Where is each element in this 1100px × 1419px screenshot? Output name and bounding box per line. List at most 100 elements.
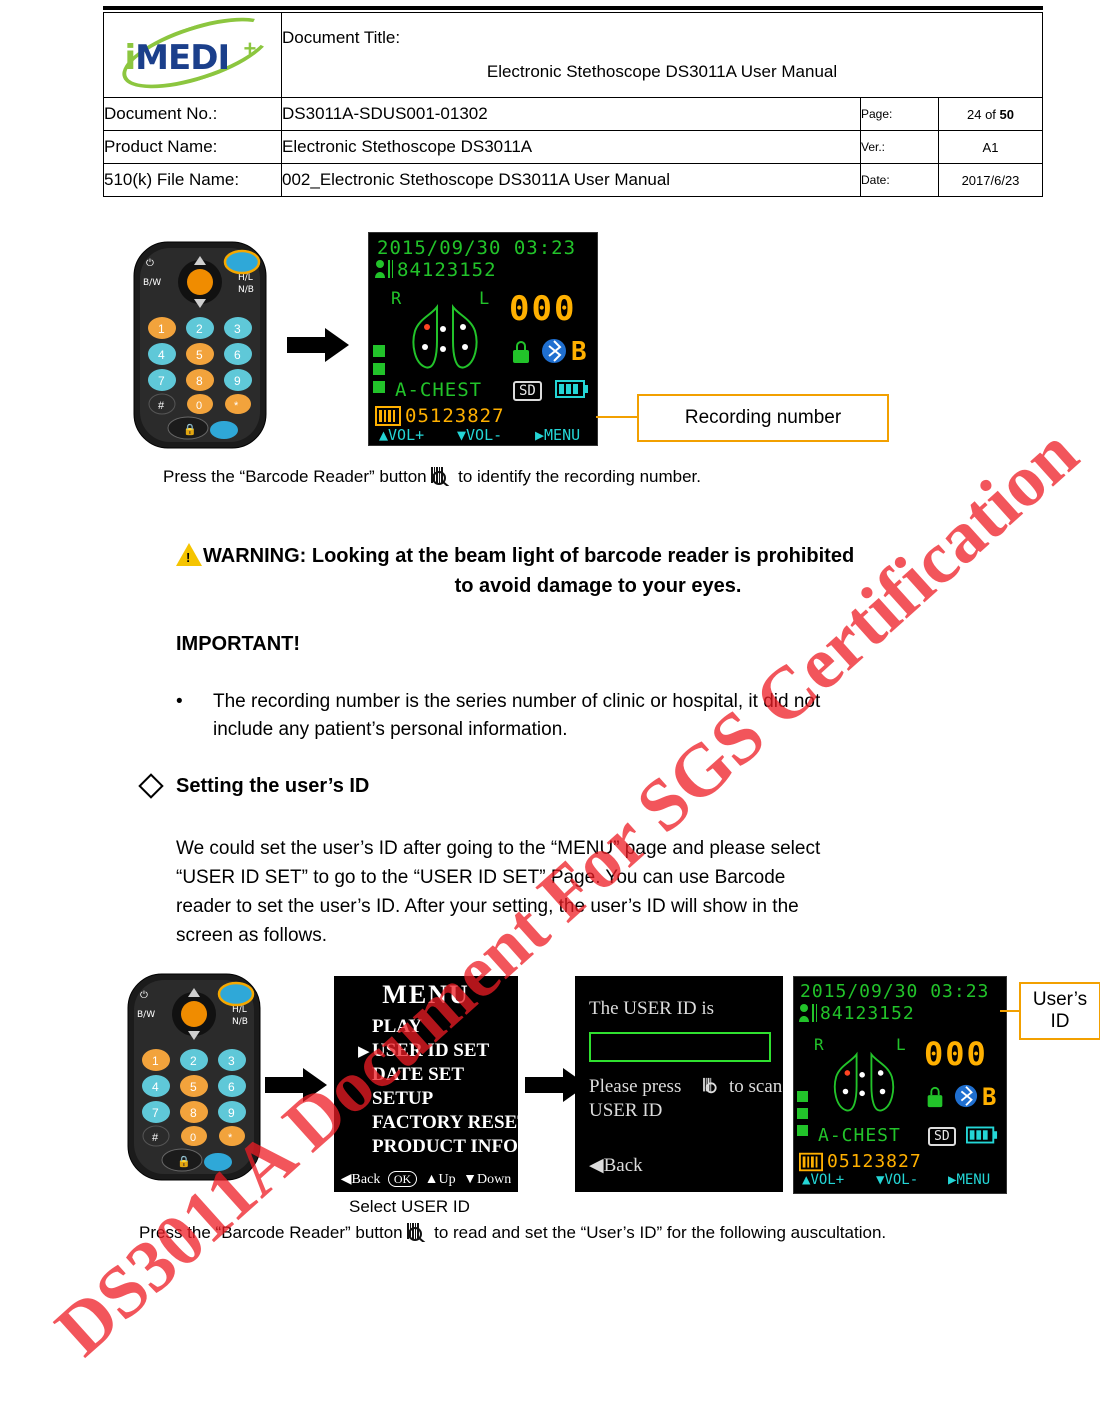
arrow-shaft [287,337,327,353]
logo-cell: iMEDI + [103,3,282,103]
arrow-head [325,328,349,362]
user-id-callout: User’s ID [1019,982,1100,1040]
lcd1-channel: A-CHEST [395,379,483,401]
lcd1-bluetooth-icon [542,339,566,363]
svg-text:2: 2 [190,1054,197,1068]
svg-text:N/B: N/B [238,285,254,295]
page-label: Page: [860,97,939,131]
svg-text:9: 9 [234,374,241,388]
lcd1-record-id: 05123827 [405,405,505,427]
menu-title: MENU [382,980,470,1009]
svg-text:0: 0 [196,400,202,412]
menu-screen: MENU PLAY USER ID SET DATE SET SETUP FAC… [334,976,530,1192]
user-id-screen: The USER ID is Please press to scan USER… [575,976,783,1192]
user-id-callout-line-1: User’s [1032,989,1088,1010]
arrow-head [303,1068,327,1102]
barcode-reader-icon-2 [407,1222,429,1244]
warning-line-1: WARNING: Looking at the beam light of ba… [203,545,855,567]
lcd2-bluetooth-icon [954,1084,978,1108]
lcd2-foot-vol-down: ▼VOL- [876,1172,919,1188]
menu-footer-ok[interactable]: OK [387,1171,418,1187]
svg-text:1: 1 [152,1054,159,1068]
imedi-logo: iMEDI + [113,3,280,103]
warning-exclamation: ! [186,550,191,565]
menu-item-setup[interactable]: SETUP [372,1088,433,1110]
menu-footer-up[interactable]: ▲Up [425,1172,456,1187]
lcd2-bar-1 [797,1091,808,1102]
svg-text:0: 0 [190,1132,196,1144]
svg-text:*: * [228,1132,233,1144]
warning-line-2: to avoid damage to your eyes. [454,575,742,597]
bullet-marker: • [176,691,183,712]
page-of: of [985,106,996,122]
arrow-shaft [525,1077,565,1093]
section-body-line-3: reader to set the user’s ID. After your … [176,896,799,917]
svg-text:H/L: H/L [238,273,253,283]
date-value: 2017/6/23 [938,163,1043,197]
lcd1-bar-1 [373,345,385,357]
lcd1-lungs-icon [412,304,478,369]
figure1-caption: Press the “Barcode Reader” button to ide… [163,466,701,488]
lcd1-bar-2 [373,363,385,375]
svg-text:7: 7 [152,1106,159,1120]
lcd2-sd-label: SD [928,1127,956,1146]
section-heading: Setting the user’s ID [176,775,370,797]
svg-text:⏻: ⏻ [146,258,154,269]
lcd2-foot-menu: ▶MENU [948,1172,991,1188]
svg-text:🔒: 🔒 [183,423,197,436]
svg-text:6: 6 [234,348,241,362]
svg-text:B/W: B/W [137,1010,155,1020]
document-title-label: Document Title: [282,28,401,47]
page-value: 24 of 50 [938,97,1043,131]
lcd1-mode-letter: B [571,337,587,367]
document-page: iMEDI + Document Title: Electronic Steth… [0,0,1100,1419]
figure1-caption-after: to identify the recording number. [458,467,701,486]
lcd2-barcode-number: 84123152 [820,1003,915,1024]
logo-letter-i: i [124,38,137,78]
user-id-input-box[interactable] [589,1032,771,1062]
document-header-table: iMEDI + Document Title: Electronic Steth… [103,3,1043,197]
barcode-reader-icon-1 [431,466,453,488]
arrow-shaft [265,1077,305,1093]
menu-item-factory-reset[interactable]: FACTORY RESET [372,1112,530,1134]
menu-item-product-info[interactable]: PRODUCT INFO [372,1136,518,1158]
figure2-select-caption: Select USER ID [349,1197,470,1216]
doc-no-value: DS3011A-SDUS001-01302 [281,97,861,131]
figure2-caption: Press the “Barcode Reader” button to rea… [139,1222,886,1244]
menu-footer-back[interactable]: ◀Back [341,1172,381,1187]
file-name-label: 510(k) File Name: [103,163,282,197]
lcd2-lungs-icon [833,1051,895,1112]
lcd1-battery-icon [555,380,588,398]
section-body-line-2: “USER ID SET” to go to the “USER ID SET”… [176,867,786,888]
menu-footer-down[interactable]: ▼Down [463,1172,511,1187]
lcd1-foot-menu: ▶MENU [535,426,581,444]
logo-letters-medi: MEDI [135,38,230,78]
recording-number-callout-label: Recording number [684,407,842,428]
svg-text:⏻: ⏻ [140,990,148,1001]
logo-plus: + [243,36,257,61]
lcd1-sd-label: SD [513,381,542,401]
lcd2-record-id: 05123827 [827,1151,922,1172]
svg-text:2: 2 [196,322,203,336]
menu-item-play[interactable]: PLAY [372,1016,422,1038]
lcd1-lock-icon [513,341,529,363]
lcd2-person-icon [799,1004,817,1022]
logo-wordmark: iMEDI [124,38,231,78]
user-id-back[interactable]: ◀Back [589,1154,643,1177]
lcd2-mode-letter: B [982,1083,997,1111]
header-row-product: Product Name: Electronic Stethoscope DS3… [103,130,1043,164]
menu-item-user-id-set[interactable]: USER ID SET [372,1040,489,1062]
menu-item-date-set[interactable]: DATE SET [372,1064,464,1086]
figure2-caption-before: Press the “Barcode Reader” button [139,1223,403,1242]
lcd1-record-icon [375,406,401,426]
header-title-row: iMEDI + Document Title: Electronic Steth… [103,3,1043,103]
svg-text:8: 8 [190,1106,197,1120]
lcd1-foot-vol-up: ▲VOL+ [379,426,425,444]
lcd2-channel: A-CHEST [818,1125,901,1146]
section-body-line-4: screen as follows. [176,925,328,946]
menu-footer: ◀Back OK ▲Up ▼Down [334,1171,518,1188]
user-id-line3: USER ID [589,1100,663,1121]
lcd1-barcode-number: 84123152 [397,259,497,281]
lcd1-bar-3 [373,381,385,393]
device-illustration-1: ⏻ B/W H/L N/B 1 2 3 4 5 6 7 8 9 # 0 * 🔒 [133,241,267,449]
